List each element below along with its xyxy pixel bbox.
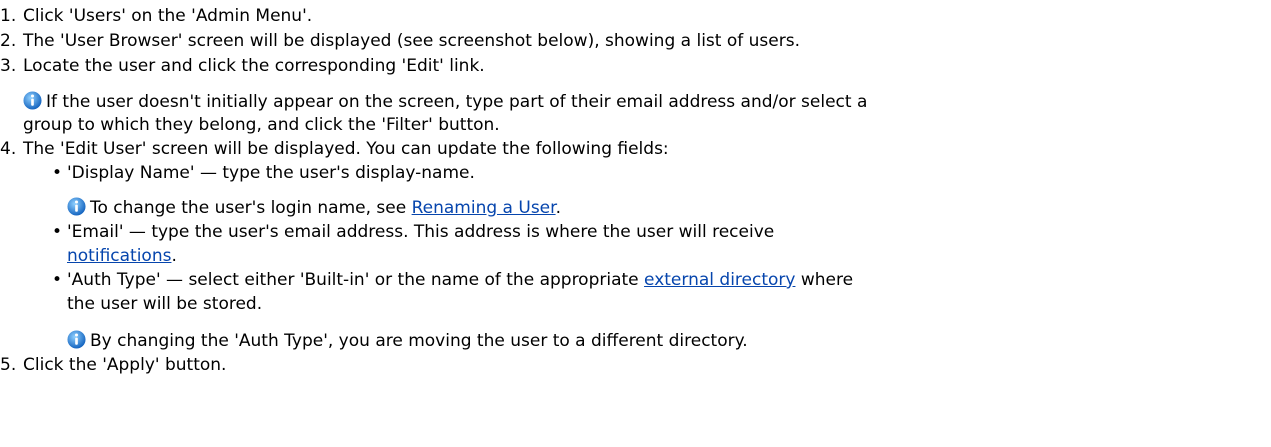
field-auth-type-line-2: the user will be stored. [67,293,262,315]
notifications-link[interactable]: notifications [67,246,171,266]
step-4: 4. The 'Edit User' screen will be display… [0,138,669,160]
step-text: The 'User Browser' screen will be displa… [23,31,800,51]
step-text: Locate the user and click the correspond… [23,56,485,76]
field-display-name: • 'Display Name' — type the user's displa… [52,162,475,184]
bullet-dot: • [52,222,63,242]
note-display-name: To change the user's login name, see Ren… [67,197,561,219]
info-icon [23,91,42,110]
note-suffix: . [555,198,561,218]
note-text: If the user doesn't initially appear on … [46,92,868,112]
field-suffix: . [171,246,177,266]
note-text: To change the user's login name, see [90,198,412,218]
note-text: By changing the 'Auth Type', you are mov… [90,331,748,351]
field-auth-type: • 'Auth Type' — select either 'Built-in' … [52,269,853,291]
step-number: 1. [0,6,17,26]
note-step-3: If the user doesn't initially appear on … [23,91,867,113]
step-number: 4. [0,139,17,159]
step-number: 3. [0,56,17,76]
step-number: 5. [0,355,17,375]
step-5: 5. Click the 'Apply' button. [0,354,226,376]
note-auth-type: By changing the 'Auth Type', you are mov… [67,330,748,352]
step-text: Click the 'Apply' button. [23,355,227,375]
field-email-line-2: notifications. [67,245,177,267]
step-3: 3. Locate the user and click the correspo… [0,55,485,77]
note-text: group to which they belong, and click th… [23,115,500,135]
field-suffix: where [795,270,854,290]
step-number: 2. [0,31,17,51]
bullet-dot: • [52,163,63,183]
field-text: the user will be stored. [67,294,263,314]
instructions-document: 1. Click 'Users' on the 'Admin Menu'. 2. T… [0,0,1271,447]
note-step-3-line-2: group to which they belong, and click th… [23,114,500,136]
step-text: The 'Edit User' screen will be displayed… [23,139,669,159]
step-text: Click 'Users' on the 'Admin Menu'. [23,6,313,26]
info-icon [67,197,86,216]
field-text: 'Email' — type the user's email address.… [67,222,775,242]
field-email: • 'Email' — type the user's email address… [52,221,774,243]
step-1: 1. Click 'Users' on the 'Admin Menu'. [0,5,312,27]
step-2: 2. The 'User Browser' screen will be disp… [0,30,800,52]
field-text: 'Display Name' — type the user's display… [67,163,475,183]
external-directory-link[interactable]: external directory [644,270,795,290]
info-icon [67,330,86,349]
bullet-dot: • [52,270,63,290]
field-text: 'Auth Type' — select either 'Built-in' o… [67,270,645,290]
renaming-a-user-link[interactable]: Renaming a User [412,198,556,218]
